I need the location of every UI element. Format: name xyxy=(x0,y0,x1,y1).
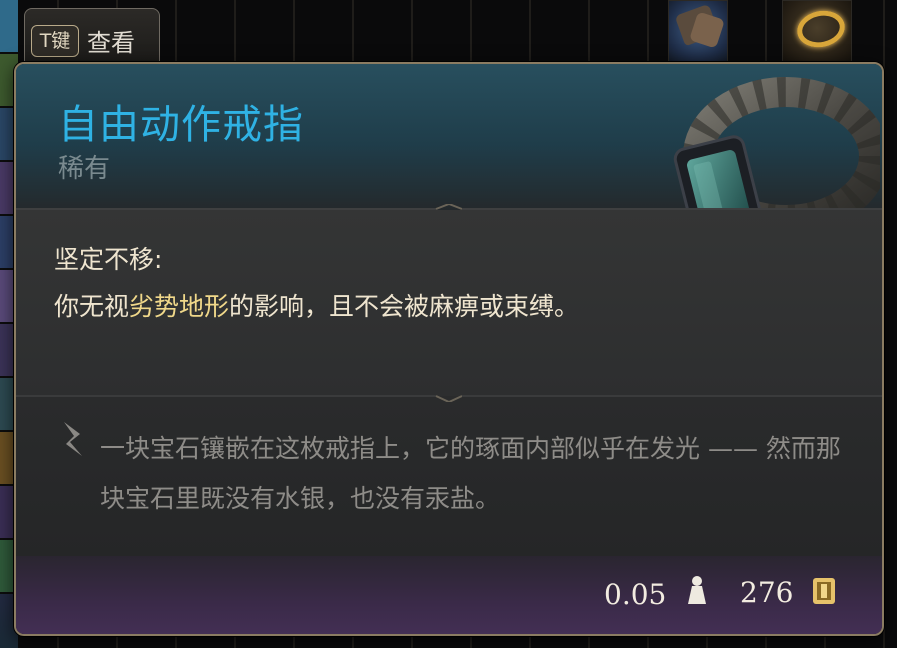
item-name: 自由动作戒指 xyxy=(58,102,304,148)
section-divider xyxy=(16,204,882,210)
weight-icon xyxy=(688,576,706,604)
gold-coin-icon xyxy=(813,578,835,604)
price-value: 276 xyxy=(740,576,794,609)
hotbar-slot[interactable] xyxy=(0,0,18,54)
item-tooltip: 自由动作戒指 稀有 坚定不移: 你无视劣势地形的影响，且不会被麻痹或束缚。 一块… xyxy=(14,62,884,636)
weight-value: 0.05 xyxy=(604,578,667,611)
passive-title: 坚定不移: xyxy=(54,245,163,274)
hotkey-badge: T键 xyxy=(31,25,79,57)
gold-ring-icon xyxy=(793,6,849,52)
passive-desc-text: 的影响，且不会被麻痹或束缚。 xyxy=(229,292,580,321)
inspect-tab[interactable]: T键 查看 xyxy=(24,8,160,66)
item-rarity: 稀有 xyxy=(58,154,111,184)
quill-icon xyxy=(64,422,82,456)
equipment-slot-ring[interactable] xyxy=(782,0,852,62)
lore-text: 一块宝石镶嵌在这枚戒指上，它的琢面内部似乎在发光 —— 然而那块宝石里既没有水银… xyxy=(100,434,841,513)
equipment-slot-boots[interactable] xyxy=(668,0,728,62)
inspect-label: 查看 xyxy=(87,29,135,57)
passive-desc-text: 你无视 xyxy=(54,292,130,321)
section-divider xyxy=(16,395,882,402)
keyword-link[interactable]: 劣势地形 xyxy=(129,292,229,321)
passive-description: 你无视劣势地形的影响，且不会被麻痹或束缚。 xyxy=(54,284,634,330)
